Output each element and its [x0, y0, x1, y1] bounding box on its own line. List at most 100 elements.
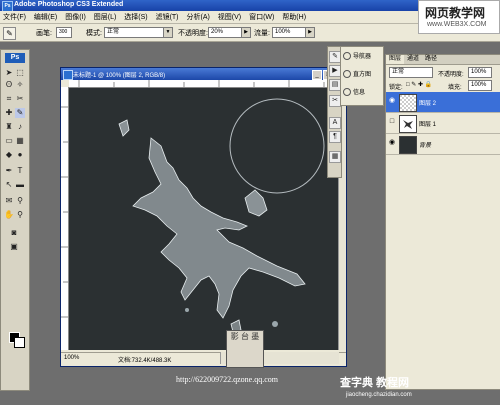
navigator-tab[interactable]: 导航器: [343, 50, 381, 65]
notes-tool-icon[interactable]: ✉: [4, 196, 14, 206]
layer-opacity-input[interactable]: 100%: [468, 67, 492, 78]
chevron-down-icon[interactable]: ▼: [163, 27, 173, 38]
tab-channels[interactable]: 通道: [404, 55, 422, 64]
fill-input[interactable]: 100%: [468, 80, 492, 91]
move-tool-icon[interactable]: ➤: [4, 68, 14, 78]
mode-select[interactable]: 正常: [104, 27, 166, 38]
magic-wand-icon[interactable]: ✧: [15, 80, 25, 90]
mode-label: 模式:: [86, 30, 102, 37]
document-canvas[interactable]: [69, 88, 338, 350]
slice-tool-icon[interactable]: ✂: [15, 94, 25, 104]
brush-cursor-circle: [229, 98, 325, 194]
site-watermark: 网页教学网 www.WEB3X.COM: [418, 0, 500, 34]
app-title: Adobe Photoshop CS3 Extended: [14, 1, 124, 8]
shape-tool-icon[interactable]: ▬: [15, 180, 25, 190]
menu-file[interactable]: 文件(F): [0, 11, 29, 22]
document-title-bar[interactable]: 未标题-1 @ 100% (图层 2, RGB/8) _□×: [61, 68, 346, 80]
layer-name: 背景: [419, 143, 432, 149]
footer-watermark-url: jiaocheng.chazidian.com: [346, 392, 412, 398]
paint-splatter: [118, 119, 306, 333]
menu-filter[interactable]: 滤镜(T): [153, 11, 182, 22]
eyedropper-icon[interactable]: ⚲: [15, 196, 25, 206]
navigator-icon: [343, 52, 351, 61]
info-icon: [343, 88, 351, 97]
pen-tool-icon[interactable]: ✒: [4, 166, 14, 176]
watermark-title: 网页教学网: [425, 6, 486, 20]
document-title: 未标题-1 @ 100% (图层 2, RGB/8): [73, 73, 166, 79]
layer-thumbnail: [399, 136, 417, 154]
menu-select[interactable]: 选择(S): [121, 11, 150, 22]
layers-panel: 图层 通道 路径 正常 不透明度: 100% 锁定: □ ✎ ✚ 🔒 填充: 100…: [385, 54, 500, 390]
eye-icon[interactable]: ◉: [388, 97, 396, 105]
menu-help[interactable]: 帮助(H): [279, 11, 309, 22]
menu-edit[interactable]: 编辑(E): [31, 11, 60, 22]
horizontal-ruler[interactable]: [69, 80, 338, 88]
hand-tool-icon[interactable]: ✋: [4, 210, 14, 220]
dodge-tool-icon[interactable]: ●: [15, 150, 25, 160]
menu-window[interactable]: 窗口(W): [246, 11, 277, 22]
vertical-ruler[interactable]: [61, 87, 69, 350]
path-select-icon[interactable]: ↖: [4, 180, 14, 190]
histogram-icon: [343, 70, 351, 79]
mini-panel: 导航器 直方图 信息: [340, 46, 384, 106]
fill-label: 填充:: [448, 85, 462, 91]
clone-stamp-icon[interactable]: ♜: [4, 122, 14, 132]
gradient-tool-icon[interactable]: ▦: [15, 136, 25, 146]
type-tool-icon[interactable]: T: [15, 166, 25, 176]
marquee-tool-icon[interactable]: ⬚: [15, 68, 25, 78]
info-label: 信息: [353, 90, 366, 96]
tab-layers[interactable]: 图层: [386, 55, 405, 64]
background-color-swatch[interactable]: [14, 337, 25, 348]
brush-label: 画笔:: [36, 30, 52, 37]
layer-row[interactable]: ◉ 背景: [386, 134, 500, 155]
document-icon: [63, 70, 73, 80]
eye-icon[interactable]: ◉: [388, 139, 396, 147]
blur-tool-icon[interactable]: ◆: [4, 150, 14, 160]
crop-tool-icon[interactable]: ⌗: [4, 94, 14, 104]
tab-paths[interactable]: 路径: [422, 55, 440, 64]
layer-thumbnail: [399, 94, 417, 112]
document-window: 未标题-1 @ 100% (图层 2, RGB/8) _□×: [60, 67, 347, 367]
paragraph-icon[interactable]: ¶: [329, 131, 341, 143]
lock-icons[interactable]: □ ✎ ✚ 🔒: [406, 81, 432, 88]
chevron-right-icon[interactable]: ▶: [241, 27, 251, 38]
blend-mode-select[interactable]: 正常: [389, 67, 433, 78]
brush-tool-icon[interactable]: ✎: [3, 27, 16, 40]
lasso-tool-icon[interactable]: ʘ: [4, 80, 14, 90]
character-icon[interactable]: A: [329, 117, 341, 129]
zoom-tool-icon[interactable]: ⚲: [15, 210, 25, 220]
layer-thumbnail: [399, 115, 417, 133]
watermark-url: www.WEB3X.COM: [427, 21, 487, 28]
footer-watermark: 查字典 教程网: [340, 377, 410, 389]
footer-url: http://622009722.qzone.qq.com: [176, 375, 278, 384]
layer-row[interactable]: □ 图层 1: [386, 113, 500, 134]
toolbox: Ps ➤ ⬚ ʘ ✧ ⌗ ✂ ✚ ✎ ♜ ♪ ▭ ▦ ◆ ● ✒ T ↖ ▬ ✉…: [0, 49, 30, 391]
healing-brush-icon[interactable]: ✚: [4, 108, 14, 118]
menu-image[interactable]: 图像(I): [62, 11, 89, 22]
opacity-input[interactable]: 20%: [208, 27, 242, 38]
brush-tool-icon[interactable]: ✎: [15, 108, 25, 118]
chevron-right-icon[interactable]: ▶: [305, 27, 315, 38]
menu-analysis[interactable]: 分析(A): [183, 11, 212, 22]
menu-view[interactable]: 视图(V): [215, 11, 244, 22]
document-size[interactable]: 文档:732.4K/488.3K: [118, 355, 171, 364]
layer-row[interactable]: ◉ 图层 2: [386, 92, 500, 113]
layers-panel-tabs: 图层 通道 路径: [386, 55, 500, 65]
flow-input[interactable]: 100%: [272, 27, 306, 38]
eraser-tool-icon[interactable]: ▭: [4, 136, 14, 146]
histogram-label: 直方图: [353, 72, 372, 78]
histogram-tab[interactable]: 直方图: [343, 68, 381, 83]
info-tab[interactable]: 信息: [343, 86, 381, 101]
minimize-button[interactable]: _: [312, 70, 322, 80]
ps-logo: Ps: [5, 53, 25, 63]
quickmask-icon[interactable]: ◙: [9, 228, 19, 238]
menu-layer[interactable]: 图层(L): [91, 11, 120, 22]
eye-icon[interactable]: □: [388, 118, 396, 126]
zoom-level[interactable]: 100%: [64, 355, 79, 361]
history-brush-icon[interactable]: ♪: [15, 122, 25, 132]
brush-size-picker[interactable]: 300: [56, 27, 72, 38]
layer-opacity-label: 不透明度:: [438, 72, 464, 78]
opacity-label: 不透明度:: [178, 30, 208, 37]
screen-mode-icon[interactable]: ▣: [9, 242, 19, 252]
actions-icon[interactable]: ▦: [329, 151, 341, 163]
